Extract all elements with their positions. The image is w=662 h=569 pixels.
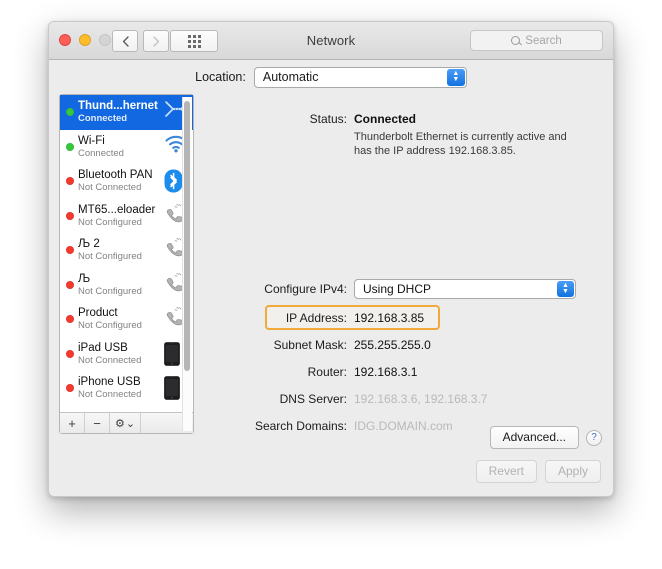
ip-address-row: IP Address: 192.168.3.85 <box>203 311 603 325</box>
status-dot-green <box>66 108 74 116</box>
revert-button[interactable]: Revert <box>475 460 537 483</box>
form-action-buttons: Revert Apply <box>475 460 601 483</box>
ip-address-label: IP Address: <box>285 311 347 325</box>
search-domains-label: Search Domains: <box>254 419 347 433</box>
search-domains-value: IDG.DOMAIN.com <box>354 419 453 433</box>
location-value: Automatic <box>262 70 319 84</box>
search-icon <box>511 36 521 45</box>
location-row: Location: Automatic ▲ ▼ <box>49 60 613 94</box>
status-dot-red <box>66 315 74 323</box>
chevron-updown-icon: ▲ ▼ <box>446 68 465 86</box>
configure-ipv4-value: Using DHCP <box>363 282 432 296</box>
apply-button[interactable]: Apply <box>544 460 601 483</box>
dns-server-label: DNS Server: <box>279 392 347 406</box>
configure-ipv4-label: Configure IPv4: <box>264 282 347 296</box>
status-dot-red <box>66 280 74 289</box>
sidebar-scrollbar[interactable] <box>182 97 192 431</box>
sidebar-item-4[interactable]: Љ 2 Not Configured <box>60 233 193 268</box>
sidebar-item-6[interactable]: Product Not Configured <box>60 302 193 337</box>
status-row: Status: Connected <box>203 112 603 126</box>
sidebar-item-2[interactable]: Bluetooth PAN Not Connected <box>60 164 193 199</box>
window-titlebar: Network Search <box>49 22 613 60</box>
search-input[interactable]: Search <box>470 30 603 51</box>
chevron-down-icon: ⌄ <box>125 417 136 430</box>
network-services-sidebar: Thund...hernet Connected Wi-Fi Connected Blu… <box>59 94 194 434</box>
gear-icon: ⚙ <box>114 417 125 430</box>
subnet-mask-value: 255.255.255.0 <box>354 338 431 352</box>
status-value: Connected <box>354 112 417 126</box>
configure-ipv4-row: Configure IPv4: Using DHCP ▲ ▼ <box>203 279 603 299</box>
status-dot-red <box>66 384 74 392</box>
sidebar-item-5[interactable]: Љ Not Configured <box>60 268 193 303</box>
status-dot-red <box>66 211 74 220</box>
status-description: Thunderbolt Ethernet is currently active… <box>354 131 567 157</box>
sidebar-item-0[interactable]: Thund...hernet Connected <box>60 95 193 130</box>
chevron-updown-icon: ▲ ▼ <box>557 281 574 297</box>
service-detail-panel: Status: Connected Thunderbolt Ethernet i… <box>203 94 603 434</box>
status-dot-red <box>66 349 74 358</box>
router-value: 192.168.3.1 <box>354 365 418 379</box>
status-dot-red <box>66 177 74 185</box>
service-actions-menu-button[interactable]: ⚙ ⌄ <box>110 413 141 433</box>
screen: Network Search Location: Automatic ▲ ▼ Th… <box>0 0 662 569</box>
subnet-mask-label: Subnet Mask: <box>273 338 347 352</box>
search-placeholder: Search <box>525 34 562 47</box>
dns-server-value: 192.168.3.6, 192.168.3.7 <box>354 392 488 406</box>
network-services-list[interactable]: Thund...hernet Connected Wi-Fi Connected Blu… <box>60 95 193 412</box>
router-label: Router: <box>307 365 347 379</box>
remove-service-button[interactable]: − <box>85 413 110 433</box>
status-dot-green <box>66 142 74 151</box>
network-preferences-window: Network Search Location: Automatic ▲ ▼ Th… <box>48 21 614 497</box>
location-select[interactable]: Automatic ▲ ▼ <box>253 66 467 88</box>
help-button[interactable]: ? <box>586 429 602 446</box>
advanced-button[interactable]: Advanced... <box>489 426 579 449</box>
subnet-mask-row: Subnet Mask: 255.255.255.0 <box>203 338 603 352</box>
dns-server-row: DNS Server: 192.168.3.6, 192.168.3.7 <box>203 392 603 406</box>
sidebar-item-8[interactable]: iPhone USB Not Connected <box>60 371 193 406</box>
sidebar-footer: + − ⚙ ⌄ <box>60 412 193 433</box>
add-service-button[interactable]: + <box>60 413 85 433</box>
status-label: Status: <box>309 112 347 126</box>
configure-ipv4-select[interactable]: Using DHCP ▲ ▼ <box>354 279 576 299</box>
ip-address-value: 192.168.3.85 <box>354 311 425 325</box>
sidebar-item-1[interactable]: Wi-Fi Connected <box>60 130 193 165</box>
advanced-row: Advanced... ? <box>489 426 602 449</box>
sidebar-item-7[interactable]: iPad USB Not Connected <box>60 337 193 372</box>
router-row: Router: 192.168.3.1 <box>203 365 603 379</box>
status-dot-red <box>66 246 74 254</box>
sidebar-item-3[interactable]: MT65...eloader Not Configured <box>60 199 193 234</box>
window-body: Thund...hernet Connected Wi-Fi Connected Blu… <box>49 94 613 434</box>
sidebar-scrollbar-thumb[interactable] <box>184 101 190 371</box>
location-label: Location: <box>195 70 246 84</box>
